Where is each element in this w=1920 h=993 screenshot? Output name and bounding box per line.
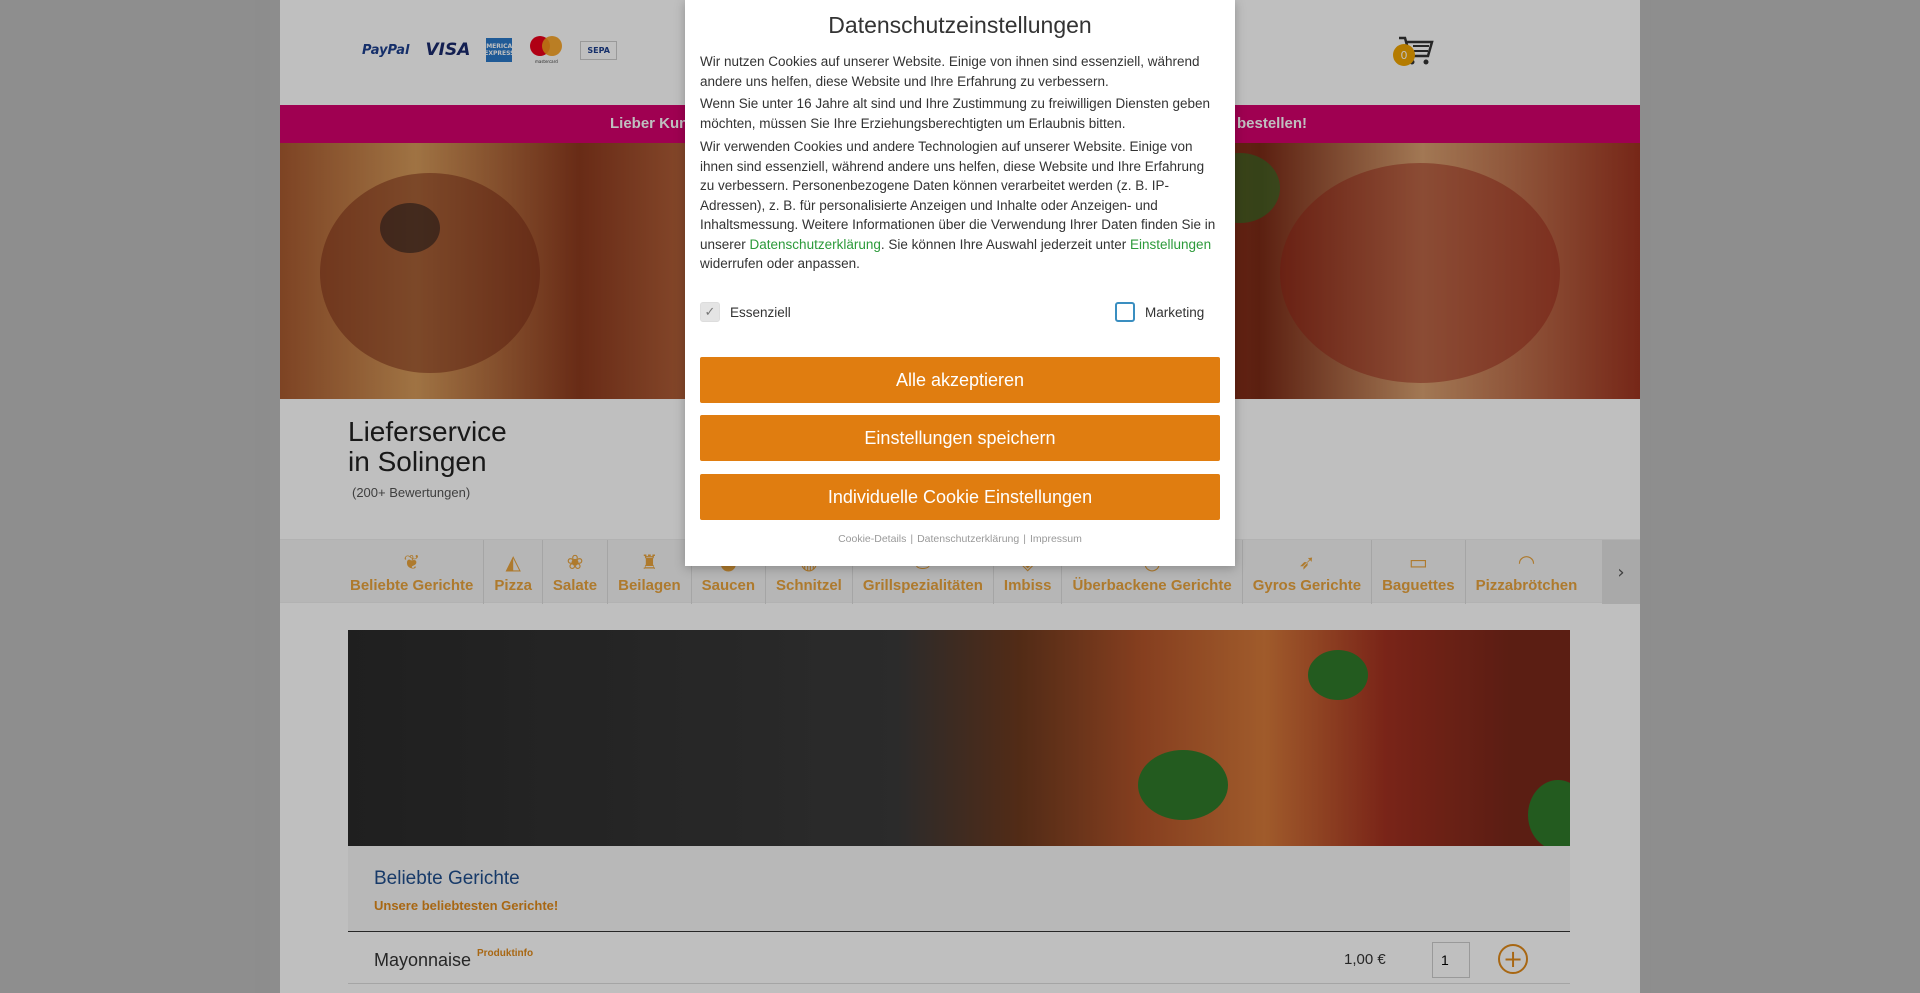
dialog-paragraph-2: Wenn Sie unter 16 Jahre alt sind und Ihr… <box>700 96 1211 131</box>
essential-label: Essenziell <box>730 304 791 320</box>
marketing-label: Marketing <box>1145 304 1205 320</box>
cookie-details-link[interactable]: Cookie-Details <box>838 533 906 545</box>
marketing-checkbox[interactable]: Marketing <box>1115 302 1204 322</box>
save-settings-button[interactable]: Einstellungen speichern <box>700 415 1220 461</box>
checkbox-empty-icon <box>1115 302 1135 322</box>
checkmark-icon: ✓ <box>700 302 720 322</box>
dialog-paragraph-1: Wir nutzen Cookies auf unserer Website. … <box>700 54 1200 89</box>
accept-all-button[interactable]: Alle akzeptieren <box>700 357 1220 403</box>
dialog-paragraph-3: Wir verwenden Cookies und andere Technol… <box>700 139 1216 271</box>
settings-link[interactable]: Einstellungen <box>1130 237 1211 252</box>
essential-checkbox[interactable]: ✓ Essenziell <box>700 302 791 322</box>
dialog-footer-links: Cookie-Details | Datenschutzerklärung | Impr… <box>838 533 1082 545</box>
individual-settings-button[interactable]: Individuelle Cookie Einstellungen <box>700 474 1220 520</box>
dialog-title: Datenschutzeinstellungen <box>828 12 1092 38</box>
privacy-policy-link[interactable]: Datenschutzerklärung <box>750 237 881 252</box>
imprint-link[interactable]: Impressum <box>1030 533 1082 545</box>
footer-privacy-link[interactable]: Datenschutzerklärung <box>917 533 1019 545</box>
cookie-consent-dialog: Datenschutzeinstellungen Wir nutzen Cook… <box>685 0 1235 566</box>
